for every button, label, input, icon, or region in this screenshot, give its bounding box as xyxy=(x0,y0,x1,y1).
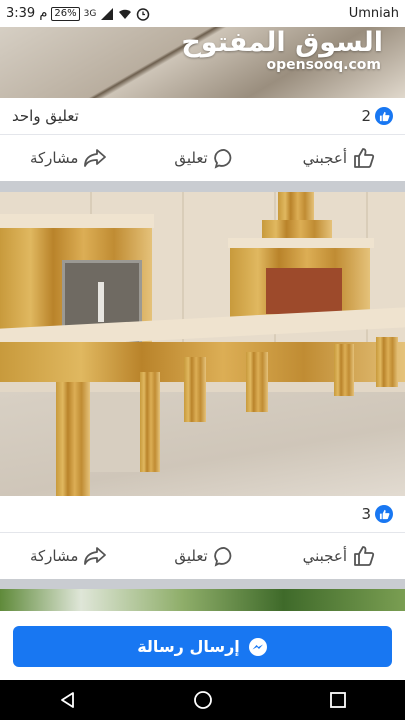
like-icon xyxy=(354,148,375,168)
battery-percent: 26% xyxy=(54,8,77,19)
comment-label: تعليق xyxy=(174,149,208,167)
message-bar: إرسال رسالة xyxy=(0,611,405,680)
share-icon xyxy=(84,149,107,167)
post-image-2[interactable] xyxy=(0,192,405,496)
chimney-hood xyxy=(262,220,332,238)
screen: 3:39 م 26% 3G Umniah السوق المفتوح opens… xyxy=(0,0,405,720)
back-icon[interactable] xyxy=(58,690,78,710)
shelf-opening xyxy=(90,392,140,472)
oven-handle xyxy=(98,282,104,322)
like-count[interactable]: 2 xyxy=(361,107,393,125)
comment-count[interactable]: تعليق واحد xyxy=(12,107,79,125)
post-1-stats: تعليق واحد 2 xyxy=(0,98,405,135)
comment-button[interactable]: تعليق xyxy=(174,148,234,169)
bbq-top xyxy=(228,238,374,248)
wifi-icon xyxy=(119,9,132,19)
battery-indicator: 26% xyxy=(51,6,80,21)
comment-button-2[interactable]: تعليق xyxy=(174,546,234,567)
like-icon xyxy=(354,546,375,566)
post-1-actions: مشاركة تعليق أعجبني xyxy=(0,135,405,181)
share-label-2: مشاركة xyxy=(30,547,79,565)
share-label: مشاركة xyxy=(30,149,79,167)
chimney xyxy=(278,192,314,222)
share-button[interactable]: مشاركة xyxy=(30,148,107,168)
post-image-3[interactable] xyxy=(0,589,405,611)
status-left: 3:39 م 26% 3G xyxy=(6,6,150,21)
like-button-2[interactable]: أعجبني xyxy=(303,545,375,567)
comment-label-2: تعليق xyxy=(174,547,208,565)
send-message-label: إرسال رسالة xyxy=(137,637,240,656)
carrier-name: Umniah xyxy=(348,6,399,21)
share-button-2[interactable]: مشاركة xyxy=(30,546,107,566)
counter-leg-4 xyxy=(246,352,268,412)
system-nav-bar xyxy=(0,680,405,720)
signal-icon xyxy=(101,7,114,20)
like-count-value-2: 3 xyxy=(361,505,371,523)
opensooq-logo-arabic: السوق المفتوح xyxy=(181,27,383,58)
like-count-2[interactable]: 3 xyxy=(361,505,393,523)
opensooq-logo-latin: opensooq.com xyxy=(266,57,381,73)
counter-leg-3 xyxy=(184,357,206,422)
comment-icon xyxy=(213,148,232,169)
bbq-grill-opening xyxy=(266,268,342,314)
like-label-2: أعجبني xyxy=(302,547,347,565)
counter-leg-6 xyxy=(376,337,398,387)
post-divider-2 xyxy=(0,579,405,589)
cabinet-top xyxy=(0,214,154,228)
network-type: 3G xyxy=(83,8,97,19)
counter-leg-5 xyxy=(334,344,354,396)
post-2-stats: 3 xyxy=(0,496,405,533)
home-icon[interactable] xyxy=(193,690,213,710)
comment-icon xyxy=(213,546,232,567)
like-label: أعجبني xyxy=(302,149,347,167)
like-button[interactable]: أعجبني xyxy=(303,147,375,169)
clock: 3:39 م xyxy=(6,6,48,21)
like-reaction-icon xyxy=(375,107,393,125)
post-2-actions: مشاركة تعليق أعجبني xyxy=(0,533,405,579)
like-count-value: 2 xyxy=(361,107,371,125)
alarm-icon xyxy=(137,7,150,21)
share-icon xyxy=(84,547,107,565)
send-message-button[interactable]: إرسال رسالة xyxy=(13,626,392,667)
post-image-1[interactable]: السوق المفتوح opensooq.com xyxy=(0,27,405,98)
messenger-icon xyxy=(248,637,267,656)
counter-leg-2 xyxy=(140,372,160,472)
post-divider xyxy=(0,181,405,192)
status-bar: 3:39 م 26% 3G Umniah xyxy=(0,0,405,27)
recents-icon[interactable] xyxy=(328,690,348,710)
like-reaction-icon-2 xyxy=(375,505,393,523)
counter-leg-1 xyxy=(56,382,90,496)
